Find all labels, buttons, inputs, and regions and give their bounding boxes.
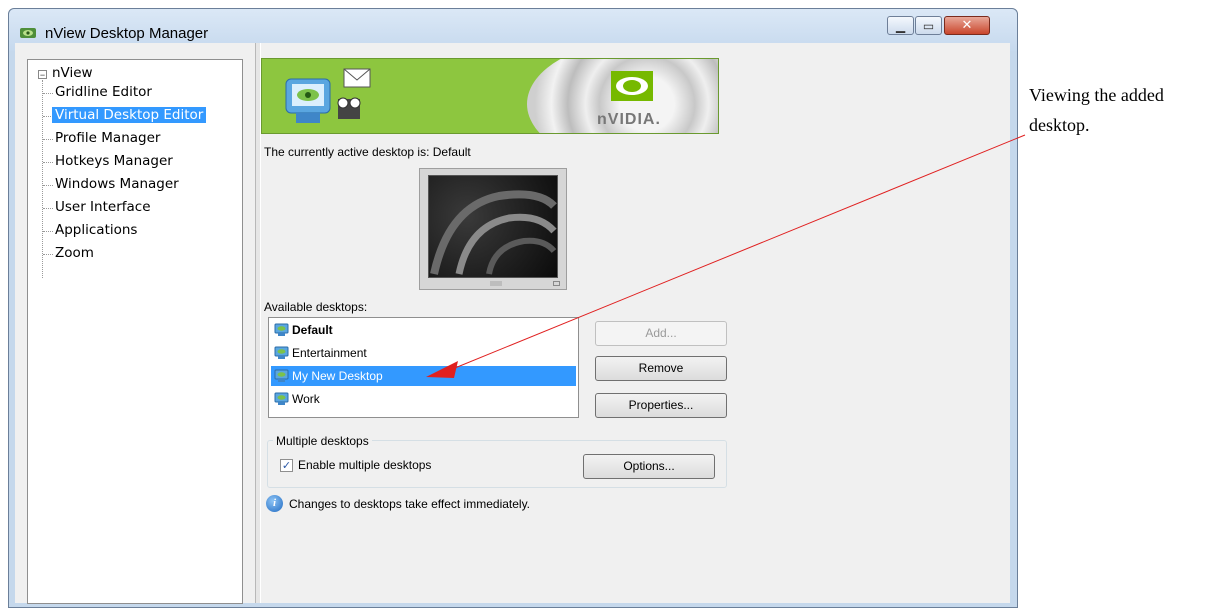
desktop-icon: [274, 369, 289, 382]
nview-window: nView Desktop Manager ▁ ▭ ✕ − nView Grid…: [8, 8, 1018, 608]
preview-wallpaper: [430, 190, 557, 275]
tree-root-nview[interactable]: nView: [52, 65, 93, 81]
add-button[interactable]: Add...: [595, 321, 727, 346]
info-text: Changes to desktops take effect immediat…: [289, 497, 531, 511]
tree-item-windows-manager[interactable]: Windows Manager: [55, 176, 179, 192]
nview-app-icon: [20, 28, 36, 38]
enable-multiple-desktops-label[interactable]: Enable multiple desktops: [298, 458, 431, 472]
nvidia-logo-text: nVIDIA.: [597, 111, 661, 128]
close-button[interactable]: ✕: [944, 16, 990, 35]
info-icon: i: [266, 495, 283, 512]
list-item-selected[interactable]: My New Desktop: [271, 366, 576, 386]
tree-connector: [43, 185, 53, 186]
tree-item-virtual-desktop-editor[interactable]: Virtual Desktop Editor: [52, 107, 207, 123]
preview-button: [553, 281, 560, 286]
desktop-icon: [274, 323, 289, 336]
tree-connector: [43, 139, 53, 140]
remove-button[interactable]: Remove: [595, 356, 727, 381]
maximize-button[interactable]: ▭: [915, 16, 942, 35]
minimize-button[interactable]: ▁: [887, 16, 914, 35]
tree-item-hotkeys-manager[interactable]: Hotkeys Manager: [55, 153, 173, 169]
group-title: Multiple desktops: [273, 434, 372, 448]
tree-connector: [43, 162, 53, 163]
desktop-name: Work: [292, 392, 320, 406]
annotation-line-1: Viewing the added: [1029, 85, 1164, 105]
tree-item-gridline-editor[interactable]: Gridline Editor: [55, 84, 152, 100]
client-area: − nView Gridline Editor Virtual Desktop …: [15, 43, 1010, 604]
tree-connector: [43, 231, 53, 232]
preview-stand: [490, 281, 502, 286]
tree-item-user-interface[interactable]: User Interface: [55, 199, 151, 215]
tree-item-zoom[interactable]: Zoom: [55, 245, 94, 261]
nvidia-banner: nVIDIA.: [261, 58, 719, 134]
maximize-icon: ▭: [922, 18, 935, 33]
options-button[interactable]: Options...: [583, 454, 715, 479]
tree-item-applications[interactable]: Applications: [55, 222, 137, 238]
active-desktop-text: The currently active desktop is: Default: [264, 145, 471, 159]
nvidia-logo-icon: [611, 71, 653, 101]
minimize-icon: ▁: [895, 18, 906, 33]
properties-button[interactable]: Properties...: [595, 393, 727, 418]
collapse-icon[interactable]: −: [38, 70, 47, 80]
desktop-name: Entertainment: [292, 346, 367, 360]
tree-connector-line: [42, 80, 43, 278]
available-desktops-label: Available desktops:: [264, 300, 368, 314]
desktop-icon: [274, 346, 289, 359]
desktop-manager-icon: [285, 68, 371, 123]
desktop-list[interactable]: Default Entertainment My New Desktop Wor…: [268, 317, 579, 418]
tree-connector: [43, 93, 53, 94]
tree-item-profile-manager[interactable]: Profile Manager: [55, 130, 160, 146]
desktop-name: Default: [292, 323, 333, 337]
annotation-line-2: desktop.: [1029, 115, 1090, 135]
desktop-name: My New Desktop: [292, 369, 383, 383]
annotation-text: Viewing the added desktop.: [1029, 80, 1224, 140]
desktop-icon: [274, 392, 289, 405]
preview-screen: [428, 175, 558, 278]
list-item[interactable]: Default: [271, 320, 576, 340]
desktop-preview: [419, 168, 567, 290]
list-item[interactable]: Entertainment: [271, 343, 576, 363]
close-icon: ✕: [961, 18, 973, 33]
enable-multiple-desktops-checkbox[interactable]: ✓: [280, 459, 293, 472]
list-item[interactable]: Work: [271, 389, 576, 409]
tree-connector: [43, 254, 53, 255]
tree-connector: [43, 208, 53, 209]
window-title: nView Desktop Manager: [45, 25, 209, 42]
navigation-tree[interactable]: − nView Gridline Editor Virtual Desktop …: [27, 59, 243, 604]
